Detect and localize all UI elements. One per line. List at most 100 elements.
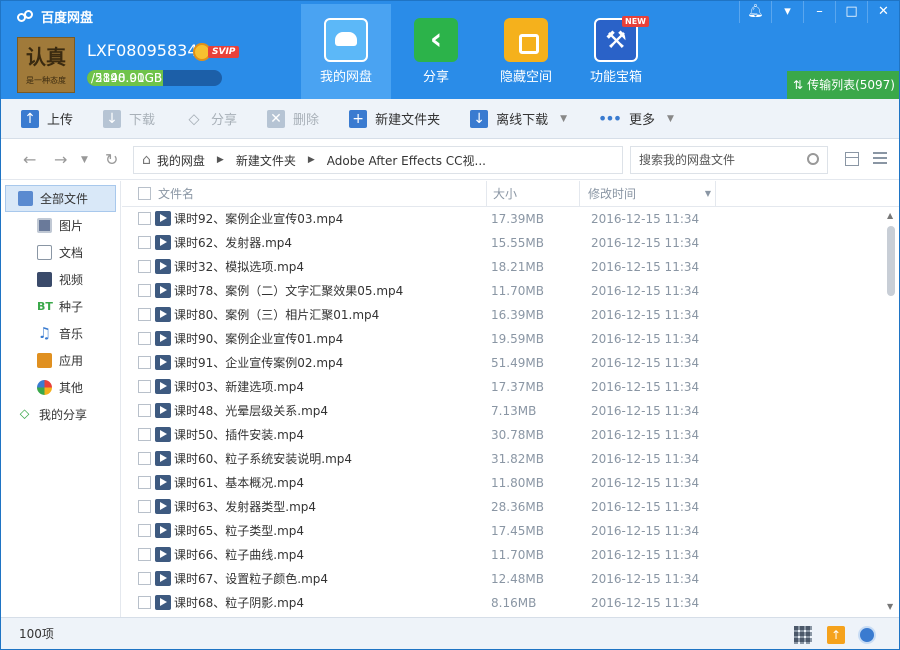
search-input[interactable]: 搜索我的网盘文件 bbox=[630, 146, 828, 174]
file-name[interactable]: 课时92、案例企业宣传03.mp4 bbox=[174, 207, 343, 231]
table-row[interactable]: 课时67、设置粒子颜色.mp4 12.48MB 2016-12-15 11:34 bbox=[122, 567, 882, 591]
file-name[interactable]: 课时62、发射器.mp4 bbox=[174, 231, 292, 255]
sidebar-item-my-share[interactable]: ⬦ 我的分享 bbox=[1, 401, 120, 428]
scroll-thumb[interactable] bbox=[887, 226, 895, 296]
file-name[interactable]: 课时61、基本概况.mp4 bbox=[174, 471, 304, 495]
file-name[interactable]: 课时65、粒子类型.mp4 bbox=[174, 519, 304, 543]
file-name[interactable]: 课时03、新建选项.mp4 bbox=[174, 375, 304, 399]
more-button[interactable]: ••• 更多 ▼ bbox=[597, 109, 674, 128]
tab-share[interactable]: 分享 bbox=[391, 4, 481, 99]
file-name[interactable]: 课时91、企业宣传案例02.mp4 bbox=[174, 351, 343, 375]
table-row[interactable]: 课时03、新建选项.mp4 17.37MB 2016-12-15 11:34 bbox=[122, 375, 882, 399]
table-row[interactable]: 课时61、基本概况.mp4 11.80MB 2016-12-15 11:34 bbox=[122, 471, 882, 495]
table-row[interactable]: 课时32、模拟选项.mp4 18.21MB 2016-12-15 11:34 bbox=[122, 255, 882, 279]
table-row[interactable]: 课时60、粒子系统安装说明.mp4 31.82MB 2016-12-15 11:34 bbox=[122, 447, 882, 471]
transfer-list-button[interactable]: ⇅ 传输列表(5097) bbox=[787, 71, 899, 99]
file-name[interactable]: 课时32、模拟选项.mp4 bbox=[174, 255, 304, 279]
sidebar-item-music[interactable]: ♫ 音乐 bbox=[1, 320, 120, 347]
share-button[interactable]: ⬦ 分享 bbox=[185, 109, 237, 128]
row-checkbox[interactable] bbox=[138, 356, 151, 369]
file-name[interactable]: 课时78、案例（二）文字汇聚效果05.mp4 bbox=[174, 279, 403, 303]
table-row[interactable]: 课时78、案例（二）文字汇聚效果05.mp4 11.70MB 2016-12-15 … bbox=[122, 279, 882, 303]
close-icon[interactable]: ✕ bbox=[867, 1, 899, 23]
sidebar-item-torrents[interactable]: BT 种子 bbox=[1, 293, 120, 320]
avatar[interactable]: 认真 是一种态度 bbox=[17, 37, 75, 93]
table-row[interactable]: 课时80、案例（三）相片汇聚01.mp4 16.39MB 2016-12-15 11… bbox=[122, 303, 882, 327]
breadcrumb-item-current[interactable]: Adobe After Effects CC视... bbox=[327, 152, 486, 169]
back-arrow-icon[interactable]: ← bbox=[23, 150, 36, 170]
table-row[interactable]: 课时91、企业宣传案例02.mp4 51.49MB 2016-12-15 11:34 bbox=[122, 351, 882, 375]
row-checkbox[interactable] bbox=[138, 260, 151, 273]
upload-queue-icon[interactable]: ↑ bbox=[827, 626, 845, 644]
list-view-icon[interactable] bbox=[873, 152, 887, 166]
table-row[interactable]: 课时92、案例企业宣传03.mp4 17.39MB 2016-12-15 11:34 bbox=[122, 207, 882, 231]
row-checkbox[interactable] bbox=[138, 380, 151, 393]
row-checkbox[interactable] bbox=[138, 476, 151, 489]
sidebar-item-all-files[interactable]: 全部文件 bbox=[5, 185, 116, 212]
menu-icon[interactable]: ▾ bbox=[771, 1, 803, 23]
grid-icon[interactable] bbox=[794, 626, 812, 644]
upload-button[interactable]: ↑ 上传 bbox=[21, 109, 73, 128]
breadcrumb-item-folder[interactable]: 新建文件夹 ▶ bbox=[236, 152, 327, 169]
scroll-down-icon[interactable]: ▼ bbox=[887, 602, 893, 611]
search-icon[interactable] bbox=[807, 153, 819, 165]
column-time[interactable]: 修改时间 ▼ bbox=[579, 181, 716, 207]
row-checkbox[interactable] bbox=[138, 404, 151, 417]
row-checkbox[interactable] bbox=[138, 572, 151, 585]
row-checkbox[interactable] bbox=[138, 212, 151, 225]
sidebar-item-apps[interactable]: 应用 bbox=[1, 347, 120, 374]
file-name[interactable]: 课时63、发射器类型.mp4 bbox=[174, 495, 316, 519]
row-checkbox[interactable] bbox=[138, 452, 151, 465]
file-name[interactable]: 课时50、插件安装.mp4 bbox=[174, 423, 304, 447]
offline-download-button[interactable]: ↓ 离线下载 ▼ bbox=[470, 109, 567, 128]
row-checkbox[interactable] bbox=[138, 236, 151, 249]
sidebar-item-videos[interactable]: 视频 bbox=[1, 266, 120, 293]
home-icon[interactable]: ⌂ bbox=[142, 152, 151, 168]
file-name[interactable]: 课时60、粒子系统安装说明.mp4 bbox=[174, 447, 352, 471]
file-name[interactable]: 课时90、案例企业宣传01.mp4 bbox=[174, 327, 343, 351]
scrollbar[interactable]: ▲ ▼ bbox=[885, 211, 897, 611]
row-checkbox[interactable] bbox=[138, 284, 151, 297]
new-folder-button[interactable]: + 新建文件夹 bbox=[349, 109, 440, 128]
tab-my-disk[interactable]: 我的网盘 bbox=[301, 4, 391, 99]
maximize-icon[interactable]: □ bbox=[835, 1, 867, 23]
table-row[interactable]: 课时50、插件安装.mp4 30.78MB 2016-12-15 11:34 bbox=[122, 423, 882, 447]
scroll-up-icon[interactable]: ▲ bbox=[887, 211, 893, 220]
lock-icon[interactable] bbox=[858, 626, 876, 644]
file-name[interactable]: 课时66、粒子曲线.mp4 bbox=[174, 543, 304, 567]
minimize-icon[interactable]: – bbox=[803, 1, 835, 23]
svip-badge[interactable]: SVIP bbox=[193, 42, 240, 61]
table-row[interactable]: 课时63、发射器类型.mp4 28.36MB 2016-12-15 11:34 bbox=[122, 495, 882, 519]
row-checkbox[interactable] bbox=[138, 524, 151, 537]
table-row[interactable]: 课时48、光晕层级关系.mp4 7.13MB 2016-12-15 11:34 bbox=[122, 399, 882, 423]
username[interactable]: LXF08095834 bbox=[87, 41, 198, 60]
refresh-icon[interactable]: ↻ bbox=[105, 150, 118, 170]
column-size[interactable]: 大小 bbox=[486, 181, 579, 207]
table-row[interactable]: 课时62、发射器.mp4 15.55MB 2016-12-15 11:34 bbox=[122, 231, 882, 255]
select-all-checkbox[interactable] bbox=[138, 187, 151, 200]
table-row[interactable]: 课时66、粒子曲线.mp4 11.70MB 2016-12-15 11:34 bbox=[122, 543, 882, 567]
row-checkbox[interactable] bbox=[138, 548, 151, 561]
thumbnail-view-icon[interactable] bbox=[845, 152, 859, 166]
tab-hidden-space[interactable]: 隐藏空间 bbox=[481, 4, 571, 99]
row-checkbox[interactable] bbox=[138, 596, 151, 609]
row-checkbox[interactable] bbox=[138, 308, 151, 321]
forward-arrow-icon[interactable]: → bbox=[54, 150, 67, 170]
download-button[interactable]: ↓ 下载 bbox=[103, 109, 155, 128]
row-checkbox[interactable] bbox=[138, 500, 151, 513]
column-name[interactable]: 文件名 bbox=[158, 181, 194, 207]
bell-icon[interactable]: 🔔︎ bbox=[739, 1, 771, 23]
history-dropdown-icon[interactable]: ▼ bbox=[81, 150, 88, 170]
file-name[interactable]: 课时80、案例（三）相片汇聚01.mp4 bbox=[174, 303, 379, 327]
file-name[interactable]: 课时48、光晕层级关系.mp4 bbox=[174, 399, 328, 423]
sidebar-item-documents[interactable]: 文档 bbox=[1, 239, 120, 266]
row-checkbox[interactable] bbox=[138, 332, 151, 345]
table-row[interactable]: 课时68、粒子阴影.mp4 8.16MB 2016-12-15 11:34 bbox=[122, 591, 882, 615]
sidebar-item-pictures[interactable]: 图片 bbox=[1, 212, 120, 239]
tab-toolbox[interactable]: NEW 功能宝箱 bbox=[571, 4, 661, 99]
table-row[interactable]: 课时65、粒子类型.mp4 17.45MB 2016-12-15 11:34 bbox=[122, 519, 882, 543]
row-checkbox[interactable] bbox=[138, 428, 151, 441]
file-name[interactable]: 课时68、粒子阴影.mp4 bbox=[174, 591, 304, 615]
breadcrumb-item-home[interactable]: 我的网盘 ▶ bbox=[157, 152, 236, 169]
sidebar-item-other[interactable]: 其他 bbox=[1, 374, 120, 401]
